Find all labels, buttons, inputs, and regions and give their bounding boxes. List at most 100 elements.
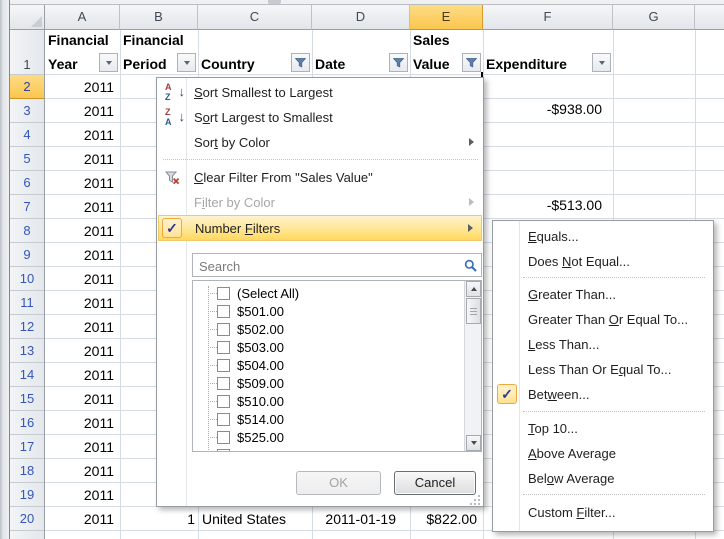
row-header[interactable]: 14	[10, 363, 44, 387]
header-cell-financial-year[interactable]: Financial Year	[45, 30, 120, 75]
header-cell-country[interactable]: Country	[198, 30, 312, 75]
filter-value-item[interactable]: $509.00	[193, 374, 481, 392]
cell-expenditure[interactable]: -$938.00	[483, 97, 613, 121]
cell-financial-year[interactable]: 2011	[45, 99, 120, 123]
row-header-1[interactable]: 1	[10, 30, 44, 75]
cell-sales-value[interactable]: $822.00	[410, 507, 483, 531]
column-header-e-selected[interactable]: E	[410, 5, 483, 30]
row-header[interactable]: 10	[10, 267, 44, 291]
submenu-item-equals[interactable]: Equals...	[494, 224, 712, 249]
menu-item-sort-smallest[interactable]: A Z ↓ Sort Smallest to Largest	[158, 80, 482, 105]
column-header-a[interactable]: A	[45, 5, 120, 30]
cell-financial-year[interactable]: 2011	[45, 267, 120, 291]
cell-financial-year[interactable]: 2011	[45, 147, 120, 171]
row-header[interactable]: 19	[10, 483, 44, 507]
list-scrollbar[interactable]	[464, 281, 481, 451]
row-header[interactable]: 15	[10, 387, 44, 411]
submenu-item-less-than[interactable]: Less Than...	[494, 332, 712, 357]
value-checkbox[interactable]	[217, 413, 230, 426]
menu-item-sort-by-color[interactable]: Sort by Color	[158, 130, 482, 155]
row-header[interactable]: 16	[10, 411, 44, 435]
filter-button-sales-value[interactable]	[462, 53, 481, 72]
value-checkbox[interactable]	[217, 377, 230, 390]
row-header[interactable]: 5	[10, 147, 44, 171]
cell-country[interactable]: United States	[198, 507, 312, 531]
value-checkbox[interactable]	[217, 359, 230, 372]
value-checkbox[interactable]	[217, 431, 230, 444]
cell-financial-year[interactable]: 2011	[45, 315, 120, 339]
filter-value-item[interactable]: $502.00	[193, 320, 481, 338]
scrollbar-thumb[interactable]	[466, 298, 481, 324]
cell-financial-year[interactable]: 2011	[45, 339, 120, 363]
ok-button[interactable]: OK	[296, 471, 381, 495]
filter-button-financial-period[interactable]	[177, 53, 196, 72]
row-header[interactable]: 6	[10, 171, 44, 195]
filter-button-financial-year[interactable]	[99, 53, 118, 72]
column-header-b[interactable]: B	[120, 5, 198, 30]
value-checkbox[interactable]	[217, 395, 230, 408]
column-header-g[interactable]: G	[613, 5, 695, 30]
row-header[interactable]: 11	[10, 291, 44, 315]
row-header[interactable]: 12	[10, 315, 44, 339]
row-header[interactable]: 17	[10, 435, 44, 459]
cell-financial-year[interactable]: 2011	[45, 459, 120, 483]
cell-financial-year[interactable]: 2011	[45, 75, 120, 99]
value-checkbox[interactable]	[217, 305, 230, 318]
cell-financial-year[interactable]: 2011	[45, 219, 120, 243]
menu-item-number-filters[interactable]: ✓ Number Filters	[158, 215, 482, 241]
header-cell-date[interactable]: Date	[312, 30, 410, 75]
scroll-down-button[interactable]	[466, 435, 481, 451]
filter-button-country[interactable]	[291, 53, 310, 72]
row-header[interactable]: 8	[10, 219, 44, 243]
filter-value-item[interactable]: $503.00	[193, 338, 481, 356]
submenu-item-less-or-equal[interactable]: Less Than Or Equal To...	[494, 357, 712, 382]
header-cell-sales-value[interactable]: Sales Value	[410, 30, 483, 75]
formula-bar-handle[interactable]	[268, 0, 281, 4]
row-header[interactable]: 4	[10, 123, 44, 147]
filter-value-item-partial[interactable]	[193, 446, 481, 452]
row-header[interactable]: 20	[10, 507, 44, 531]
value-checkbox[interactable]	[217, 341, 230, 354]
submenu-item-between[interactable]: ✓ Between...	[494, 382, 712, 407]
submenu-item-greater-or-equal[interactable]: Greater Than Or Equal To...	[494, 307, 712, 332]
submenu-item-custom-filter[interactable]: Custom Filter...	[494, 500, 712, 525]
filter-button-date[interactable]	[389, 53, 408, 72]
submenu-item-greater-than[interactable]: Greater Than...	[494, 282, 712, 307]
cell-financial-year[interactable]: 2011	[45, 435, 120, 459]
cell-financial-year[interactable]: 2011	[45, 243, 120, 267]
row-header[interactable]: 13	[10, 339, 44, 363]
scroll-up-button[interactable]	[466, 281, 481, 297]
value-checkbox[interactable]	[217, 287, 230, 300]
filter-value-item[interactable]: $504.00	[193, 356, 481, 374]
filter-value-item[interactable]: $525.00	[193, 428, 481, 446]
cell-date[interactable]: 2011-01-19	[312, 507, 410, 531]
cell-financial-year[interactable]: 2011	[45, 387, 120, 411]
cell-financial-period[interactable]: 1	[120, 507, 198, 531]
cell-financial-year[interactable]: 2011	[45, 123, 120, 147]
cell-financial-year[interactable]: 2011	[45, 291, 120, 315]
menu-item-sort-largest[interactable]: Z A ↓ Sort Largest to Smallest	[158, 105, 482, 130]
row-header[interactable]: 9	[10, 243, 44, 267]
filter-value-item[interactable]: $501.00	[193, 302, 481, 320]
filter-value-item[interactable]: $514.00	[193, 410, 481, 428]
value-checkbox[interactable]	[217, 323, 230, 336]
filter-value-item[interactable]: $510.00	[193, 392, 481, 410]
submenu-item-top-10[interactable]: Top 10...	[494, 416, 712, 441]
cell-financial-year[interactable]: 2011	[45, 363, 120, 387]
column-header-f[interactable]: F	[483, 5, 613, 30]
cell-financial-year[interactable]: 2011	[45, 411, 120, 435]
cancel-button[interactable]: Cancel	[394, 471, 476, 495]
row-header[interactable]: 7	[10, 195, 44, 219]
filter-button-expenditure[interactable]	[592, 53, 611, 72]
submenu-item-does-not-equal[interactable]: Does Not Equal...	[494, 249, 712, 274]
header-cell-expenditure[interactable]: Expenditure	[483, 30, 613, 75]
cell-financial-year[interactable]: 2011	[45, 483, 120, 507]
header-cell-financial-period[interactable]: Financial Period	[120, 30, 198, 75]
submenu-item-below-average[interactable]: Below Average	[494, 466, 712, 491]
row-header[interactable]: 2	[10, 75, 44, 99]
submenu-item-above-average[interactable]: Above Average	[494, 441, 712, 466]
cell-financial-year[interactable]: 2011	[45, 171, 120, 195]
menu-item-clear-filter[interactable]: Clear Filter From "Sales Value"	[158, 165, 482, 190]
search-input[interactable]	[197, 256, 461, 276]
search-icon[interactable]	[464, 259, 477, 277]
